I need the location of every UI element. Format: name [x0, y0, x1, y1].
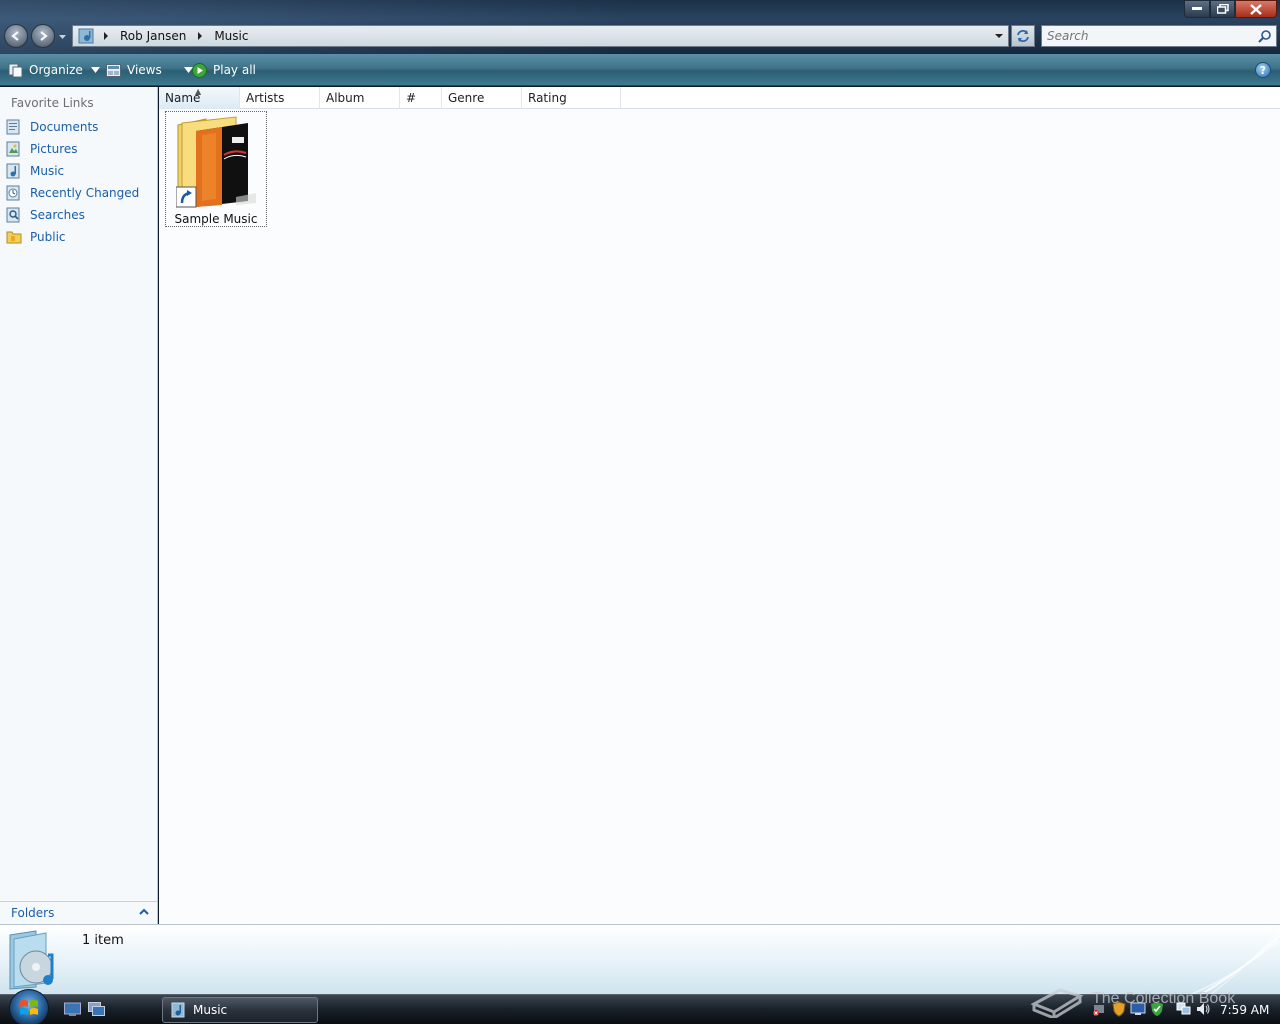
help-button[interactable]: ?: [1255, 62, 1271, 78]
nav-item-pictures[interactable]: Pictures: [6, 139, 78, 159]
chevron-up-icon: [139, 908, 149, 915]
taskbar-button-music[interactable]: Music: [162, 997, 318, 1023]
column-label: #: [406, 91, 417, 105]
nav-item-label: Searches: [30, 208, 85, 222]
windows-logo-icon: [20, 1000, 38, 1015]
close-icon: [1250, 3, 1262, 15]
nav-item-documents[interactable]: Documents: [6, 117, 98, 137]
favorite-links-header: Favorite Links: [11, 96, 94, 110]
views-button[interactable]: Views: [106, 60, 199, 80]
security-shield-icon[interactable]: [1111, 1001, 1127, 1017]
breadcrumb-music[interactable]: Music: [210, 29, 252, 43]
breadcrumb-separator[interactable]: [100, 30, 112, 42]
nav-item-music[interactable]: Music: [6, 161, 64, 181]
arrow-left-icon: [11, 31, 19, 41]
views-icon: [106, 63, 121, 77]
folders-toggle[interactable]: Folders: [0, 901, 157, 923]
breadcrumb-separator[interactable]: [194, 30, 206, 42]
details-pane: 1 item: [0, 924, 1280, 995]
minimize-button[interactable]: [1184, 0, 1210, 18]
chevron-down-icon[interactable]: [994, 31, 1004, 41]
documents-icon: [6, 119, 20, 135]
recent-pages-dropdown[interactable]: [58, 30, 67, 42]
search-box[interactable]: [1041, 25, 1277, 47]
file-list[interactable]: ▲ Name Artists Album # Genre Rating Samp…: [159, 87, 1280, 924]
music-library-icon: [9, 930, 54, 990]
network-error-icon[interactable]: [1092, 1001, 1108, 1017]
folder-item-sample-music[interactable]: Sample Music: [165, 111, 267, 227]
command-bar: Organize Views Play all: [0, 54, 1280, 86]
organize-label: Organize: [29, 63, 83, 77]
folder-shortcut-icon: [176, 116, 256, 208]
play-icon: [192, 62, 207, 78]
restore-icon: [1216, 4, 1229, 14]
item-count: 1 item: [82, 933, 124, 948]
refresh-icon: [1017, 30, 1029, 42]
column-genre[interactable]: Genre: [442, 87, 522, 109]
close-button[interactable]: [1235, 0, 1277, 18]
searches-icon: [6, 207, 20, 223]
nav-item-label: Public: [30, 230, 66, 244]
music-folder-icon: [171, 1002, 185, 1018]
taskbar-button-label: Music: [193, 1003, 228, 1017]
nav-item-public[interactable]: Public: [6, 227, 66, 247]
column-artists[interactable]: Artists: [240, 87, 320, 109]
views-label: Views: [127, 63, 162, 77]
system-tray: [1092, 1001, 1214, 1017]
sort-ascending-icon: ▲: [195, 87, 202, 96]
minimize-icon: [1192, 7, 1202, 10]
decorative-swoosh: [1189, 928, 1280, 995]
pictures-icon: [6, 141, 20, 157]
column-rating[interactable]: Rating: [522, 87, 621, 109]
organize-icon: [8, 63, 23, 77]
recently-changed-icon: [6, 185, 20, 201]
search-icon[interactable]: [1258, 29, 1272, 43]
start-button[interactable]: [9, 989, 49, 1024]
arrow-right-icon: [40, 31, 48, 41]
search-input[interactable]: [1042, 29, 1242, 43]
navigation-pane: Favorite Links Documents Pictures Music …: [0, 87, 158, 924]
defender-check-icon[interactable]: [1149, 1001, 1165, 1017]
show-desktop-icon[interactable]: [64, 1002, 81, 1017]
nav-item-label: Pictures: [30, 142, 78, 156]
nav-item-searches[interactable]: Searches: [6, 205, 85, 225]
column-track-number[interactable]: #: [400, 87, 442, 109]
refresh-button[interactable]: [1011, 25, 1035, 47]
column-album[interactable]: Album: [320, 87, 400, 109]
back-button[interactable]: [4, 24, 28, 48]
title-bar: Rob Jansen Music: [0, 0, 1280, 54]
organize-button[interactable]: Organize: [8, 60, 106, 80]
music-icon: [6, 163, 20, 179]
volume-icon[interactable]: [1195, 1001, 1211, 1017]
public-folder-icon: [6, 231, 22, 244]
column-name[interactable]: ▲ Name: [159, 87, 240, 109]
music-folder-icon: [78, 28, 94, 44]
switch-windows-icon[interactable]: [88, 1002, 105, 1017]
folders-label: Folders: [11, 905, 55, 920]
chevron-down-icon: [90, 67, 100, 73]
column-label: Artists: [246, 91, 285, 105]
taskbar: Music 7:59 AM: [0, 989, 1280, 1024]
network-icon[interactable]: [1176, 1001, 1192, 1017]
play-all-label: Play all: [213, 63, 256, 77]
column-headers: ▲ Name Artists Album # Genre Rating: [159, 87, 1280, 109]
clock[interactable]: 7:59 AM: [1220, 1003, 1269, 1017]
breadcrumb-rob-jansen[interactable]: Rob Jansen: [116, 29, 190, 43]
restore-button[interactable]: [1210, 0, 1235, 18]
nav-item-recently-changed[interactable]: Recently Changed: [6, 183, 139, 203]
display-icon[interactable]: [1130, 1001, 1146, 1017]
column-label: Genre: [448, 91, 485, 105]
column-label: Album: [326, 91, 365, 105]
nav-item-label: Recently Changed: [30, 186, 140, 200]
item-label: Sample Music: [174, 212, 258, 226]
address-bar[interactable]: Rob Jansen Music: [72, 25, 1009, 47]
column-label: Rating: [528, 91, 567, 105]
nav-item-label: Music: [30, 164, 65, 178]
nav-item-label: Documents: [30, 120, 99, 134]
play-all-button[interactable]: Play all: [192, 60, 256, 80]
forward-button[interactable]: [31, 24, 55, 48]
